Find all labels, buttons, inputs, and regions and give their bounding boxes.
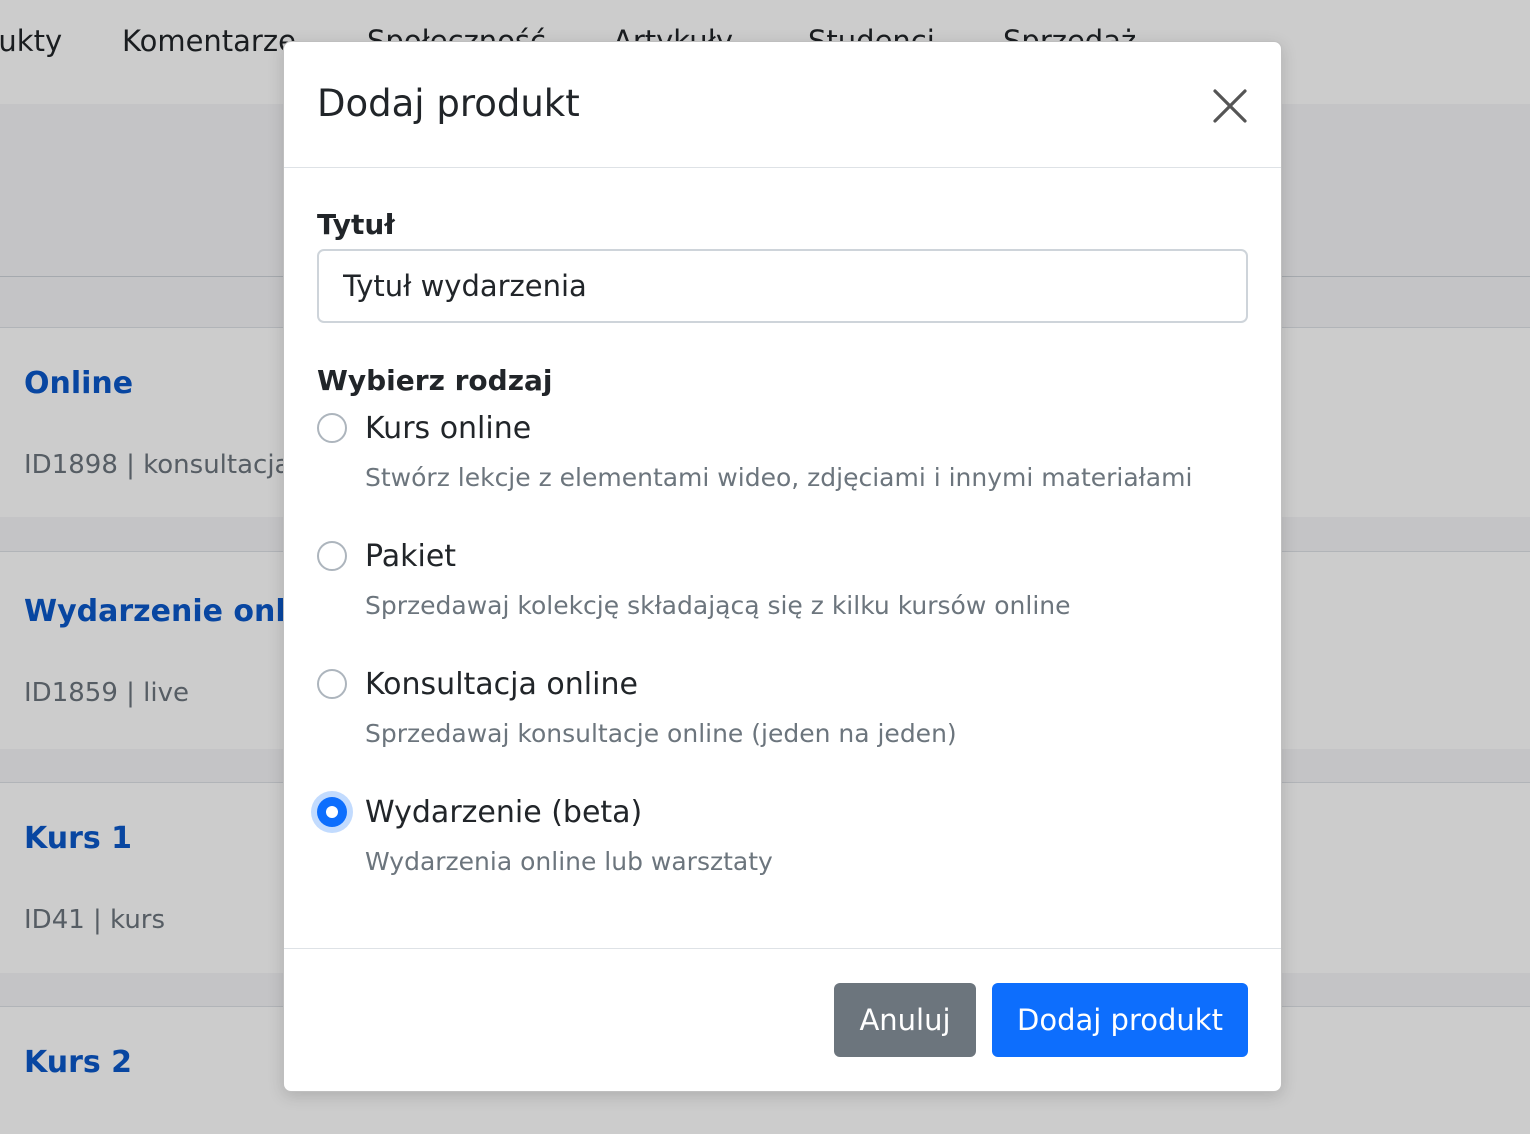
option-label-bundle[interactable]: Pakiet [365,539,456,574]
option-desc-event-beta: Wydarzenia online lub warsztaty [365,847,773,876]
add-product-button[interactable]: Dodaj produkt [992,983,1248,1057]
modal-footer: Anuluj Dodaj produkt [284,948,1281,1091]
close-button[interactable] [1212,88,1248,124]
radio-bundle[interactable] [317,541,347,571]
radio-consultation-online[interactable] [317,669,347,699]
add-product-modal: Dodaj produkt Tytuł Wybierz rodzaj Kurs … [283,41,1282,1092]
close-icon [1213,89,1247,123]
modal-header: Dodaj produkt [284,42,1281,168]
option-label-consultation-online[interactable]: Konsultacja online [365,667,638,702]
option-desc-course-online: Stwórz lekcje z elementami wideo, zdjęci… [365,463,1193,492]
title-field-label: Tytuł [317,208,395,241]
cancel-button[interactable]: Anuluj [834,983,976,1057]
type-field-label: Wybierz rodzaj [317,364,553,397]
modal-title: Dodaj produkt [317,82,580,125]
radio-course-online[interactable] [317,413,347,443]
title-input[interactable] [317,249,1248,323]
option-desc-consultation-online: Sprzedawaj konsultacje online (jeden na … [365,719,957,748]
option-label-course-online[interactable]: Kurs online [365,411,531,446]
option-desc-bundle: Sprzedawaj kolekcję składającą się z kil… [365,591,1071,620]
option-label-event-beta[interactable]: Wydarzenie (beta) [365,795,642,830]
radio-event-beta[interactable] [317,797,347,827]
